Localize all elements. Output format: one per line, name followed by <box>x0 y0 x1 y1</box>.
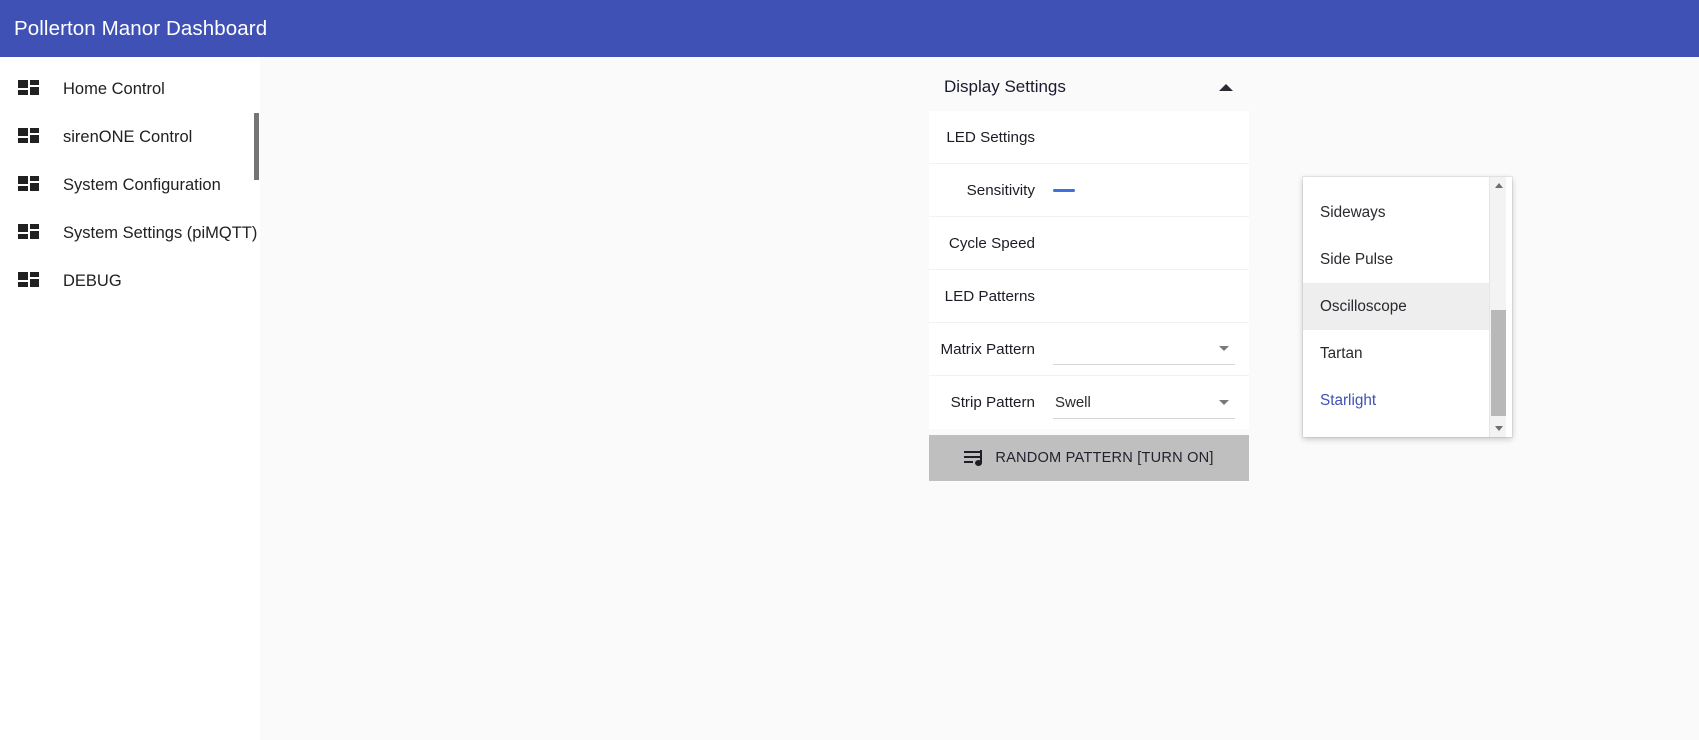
row-field <box>1041 270 1249 322</box>
dashboard-grid-icon <box>17 77 41 101</box>
queue-music-icon <box>964 449 986 467</box>
row-label: Sensitivity <box>966 181 1035 199</box>
dropdown-scrollbar-thumb[interactable] <box>1491 310 1506 416</box>
dropdown-scrollbar[interactable] <box>1489 177 1506 437</box>
setting-row-led-patterns: LED Patterns <box>929 270 1249 323</box>
sidebar-item-label: Home Control <box>63 79 165 98</box>
row-field <box>1041 164 1249 216</box>
row-label: Matrix Pattern <box>940 340 1035 358</box>
sidebar-item-label: DEBUG <box>63 271 122 290</box>
dashboard-grid-icon <box>17 221 41 245</box>
setting-row-strip-pattern: Strip Pattern Swell <box>929 376 1249 429</box>
dropdown-option-starlight[interactable]: Starlight <box>1303 377 1489 424</box>
row-label: Cycle Speed <box>948 234 1035 252</box>
sidebar-item-debug[interactable]: DEBUG <box>0 257 260 305</box>
sidebar-item-label: System Configuration <box>63 175 221 194</box>
row-label: LED Patterns <box>944 287 1035 305</box>
sidebar-item-label: System Settings (piMQTT) <box>63 223 258 242</box>
dropdown-option-oscilloscope[interactable]: Oscilloscope <box>1303 283 1489 330</box>
random-pattern-button[interactable]: RANDOM PATTERN [TURN ON] <box>929 435 1249 481</box>
display-settings-panel: Display Settings LED Settings Sensitivit… <box>929 63 1249 481</box>
row-label: LED Settings <box>946 128 1035 146</box>
row-field <box>1041 111 1249 163</box>
sensitivity-slider[interactable] <box>1053 180 1228 200</box>
row-field <box>1041 217 1249 269</box>
dashboard-grid-icon <box>17 125 41 149</box>
sidebar-nav-list: Home Control sirenONE Control System Con… <box>0 57 260 305</box>
dropdown-option-side-pulse[interactable]: Side Pulse <box>1303 236 1489 283</box>
chevron-down-icon[interactable] <box>1219 399 1229 405</box>
sidebar-item-sirenone-control[interactable]: sirenONE Control <box>0 113 260 161</box>
sidebar-item-system-settings[interactable]: System Settings (piMQTT) <box>0 209 260 257</box>
app-title: Pollerton Manor Dashboard <box>14 16 268 40</box>
sidebar-item-label: sirenONE Control <box>63 127 193 146</box>
slider-track <box>1053 189 1075 192</box>
chevron-up-icon[interactable] <box>1219 83 1233 91</box>
dropdown-option-tartan[interactable]: Tartan <box>1303 330 1489 377</box>
row-label: Strip Pattern <box>950 394 1035 411</box>
dashboard-grid-icon <box>17 173 41 197</box>
display-settings-rows: LED Settings Sensitivity Cycle Speed LED… <box>929 111 1249 429</box>
setting-row-matrix-pattern: Matrix Pattern <box>929 323 1249 376</box>
row-field: Swell <box>1041 376 1249 429</box>
display-settings-header[interactable]: Display Settings <box>929 63 1249 111</box>
dashboard-grid-icon <box>17 269 41 293</box>
sidebar-scrollbar[interactable] <box>252 57 260 740</box>
sidebar-item-system-configuration[interactable]: System Configuration <box>0 161 260 209</box>
scroll-up-arrow-icon[interactable] <box>1490 177 1507 194</box>
strip-pattern-select[interactable]: Swell <box>1053 387 1235 419</box>
random-pattern-button-label: RANDOM PATTERN [TURN ON] <box>995 450 1214 466</box>
setting-row-cycle-speed: Cycle Speed <box>929 217 1249 270</box>
scroll-down-arrow-icon[interactable] <box>1490 420 1507 437</box>
sidebar: Home Control sirenONE Control System Con… <box>0 57 260 740</box>
dropdown-option-sideways[interactable]: Sideways <box>1303 189 1489 236</box>
row-field <box>1041 323 1249 375</box>
chevron-down-icon[interactable] <box>1219 346 1229 351</box>
panel-title: Display Settings <box>944 77 1066 96</box>
setting-row-sensitivity: Sensitivity <box>929 164 1249 217</box>
dropdown-option-list: Sideways Side Pulse Oscilloscope Tartan … <box>1303 177 1489 437</box>
main-content: Display Settings LED Settings Sensitivit… <box>260 57 1699 740</box>
strip-pattern-value: Swell <box>1055 393 1091 411</box>
matrix-pattern-select[interactable] <box>1053 333 1235 365</box>
sidebar-scrollbar-thumb[interactable] <box>254 113 259 180</box>
matrix-pattern-dropdown: Sideways Side Pulse Oscilloscope Tartan … <box>1303 177 1512 437</box>
setting-row-led-settings: LED Settings <box>929 111 1249 164</box>
sidebar-item-home-control[interactable]: Home Control <box>0 65 260 113</box>
app-header: Pollerton Manor Dashboard <box>0 0 1699 57</box>
